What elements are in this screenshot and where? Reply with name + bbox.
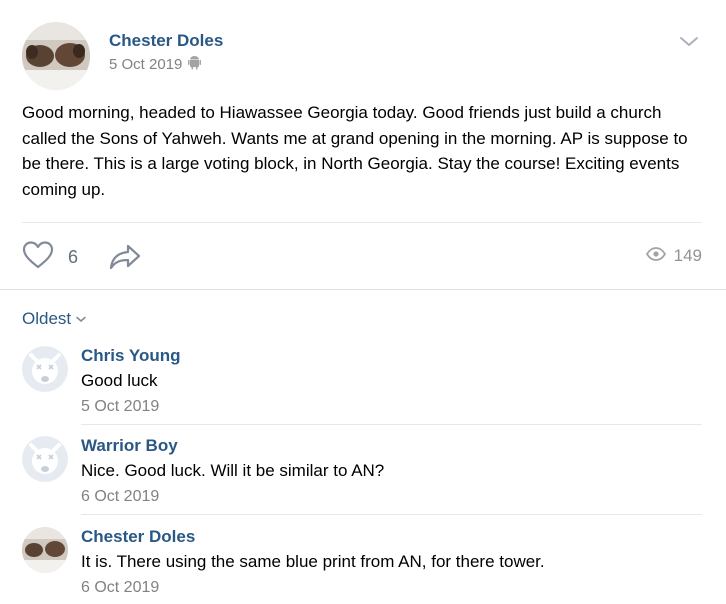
chevron-down-icon[interactable]: [678, 33, 700, 49]
comment-text: Nice. Good luck. Will it be similar to A…: [81, 461, 385, 480]
share-icon[interactable]: [108, 242, 142, 272]
android-icon: [188, 55, 202, 74]
comments-sort-dropdown[interactable]: Oldest: [22, 309, 87, 329]
comment-text: It is. There using the same blue print f…: [81, 552, 545, 571]
chevron-down-icon: [75, 309, 87, 329]
author-avatar[interactable]: [22, 22, 90, 90]
comment-author[interactable]: Warrior Boy: [81, 436, 178, 456]
commenter-avatar[interactable]: [22, 527, 68, 573]
sort-label: Oldest: [22, 309, 72, 328]
heart-icon: [22, 240, 54, 275]
post-date-row: 5 Oct 2019: [109, 55, 202, 74]
comment-author[interactable]: Chester Doles: [81, 527, 195, 547]
comment-text: Good luck: [81, 371, 158, 390]
post-divider: [22, 222, 702, 223]
views-counter: 149: [645, 246, 702, 266]
views-count: 149: [673, 246, 702, 265]
eye-icon: [645, 246, 666, 266]
comment-divider: [81, 514, 702, 515]
post-date[interactable]: 5 Oct 2019: [109, 56, 182, 73]
section-divider: [0, 289, 726, 290]
comment-date[interactable]: 5 Oct 2019: [81, 398, 159, 416]
deleted-user-icon[interactable]: [22, 346, 68, 392]
like-count: 6: [68, 247, 79, 267]
wall-post: Chester Doles 5 Oct 2019 Good morning, h…: [0, 0, 726, 290]
comment-divider: [81, 424, 702, 425]
comment-date[interactable]: 6 Oct 2019: [81, 579, 159, 597]
post-text: Good morning, headed to Hiawassee Georgi…: [22, 103, 688, 199]
like-button[interactable]: 6: [22, 240, 78, 275]
comment-author[interactable]: Chris Young: [81, 346, 181, 366]
comment-date[interactable]: 6 Oct 2019: [81, 488, 159, 506]
deleted-user-icon[interactable]: [22, 436, 68, 482]
post-author[interactable]: Chester Doles: [109, 31, 223, 51]
